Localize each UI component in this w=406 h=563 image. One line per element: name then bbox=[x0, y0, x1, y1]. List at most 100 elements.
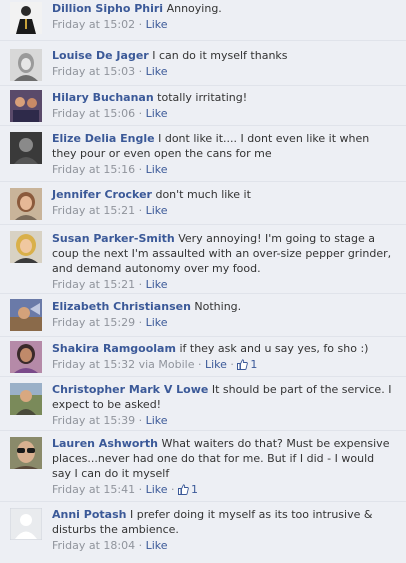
comment-item: Christopher Mark V Lowe It should be par… bbox=[0, 377, 406, 431]
comment-text: Annoying. bbox=[166, 2, 222, 15]
avatar-icon-sunglasses bbox=[10, 437, 42, 469]
avatar[interactable] bbox=[10, 2, 42, 34]
avatar[interactable] bbox=[10, 299, 42, 331]
comment-author[interactable]: Susan Parker-Smith bbox=[52, 232, 175, 245]
comment-timestamp[interactable]: Friday at 15:39 bbox=[52, 414, 135, 427]
comment-timestamp[interactable]: Friday at 15:32 via Mobile bbox=[52, 358, 194, 371]
comment-item: Jennifer Crocker don't much like it Frid… bbox=[0, 182, 406, 225]
thumbs-up-icon bbox=[178, 484, 189, 495]
avatar[interactable] bbox=[10, 188, 42, 220]
comment-author[interactable]: Louise De Jager bbox=[52, 49, 149, 62]
comment-item: Elize Delia Engle I dont like it.... I d… bbox=[0, 126, 406, 182]
comment-item: Dillion Sipho Phiri Annoying. Friday at … bbox=[0, 0, 406, 41]
avatar[interactable] bbox=[10, 49, 42, 81]
avatar[interactable] bbox=[10, 508, 42, 540]
comment-text: I can do it myself thanks bbox=[152, 49, 288, 62]
meta-separator: · bbox=[138, 483, 143, 496]
avatar[interactable] bbox=[10, 341, 42, 373]
avatar-icon-group bbox=[10, 90, 42, 122]
comment-author[interactable]: Dillion Sipho Phiri bbox=[52, 2, 163, 15]
comment-author[interactable]: Elizabeth Christiansen bbox=[52, 300, 191, 313]
avatar[interactable] bbox=[10, 383, 42, 415]
meta-separator: · bbox=[138, 539, 143, 552]
comment-timestamp[interactable]: Friday at 15:16 bbox=[52, 163, 135, 176]
avatar-icon-purple bbox=[10, 341, 42, 373]
comment-author[interactable]: Lauren Ashworth bbox=[52, 437, 158, 450]
meta-separator: · bbox=[138, 414, 143, 427]
avatar[interactable] bbox=[10, 90, 42, 122]
comment-item: Shakira Ramgoolam if they ask and u say … bbox=[0, 337, 406, 377]
meta-separator: · bbox=[197, 358, 202, 371]
like-link[interactable]: Like bbox=[146, 316, 168, 329]
comment-timestamp[interactable]: Friday at 18:04 bbox=[52, 539, 135, 552]
comment-item: Susan Parker-Smith Very annoying! I'm go… bbox=[0, 225, 406, 294]
comment-timestamp[interactable]: Friday at 15:03 bbox=[52, 65, 135, 78]
avatar-icon-blonde bbox=[10, 231, 42, 263]
comment-text: totally irritating! bbox=[157, 91, 248, 104]
comment-item: Louise De Jager I can do it myself thank… bbox=[0, 41, 406, 86]
comment-meta: Friday at 15:41 · Like · 1 bbox=[52, 482, 396, 497]
avatar-icon-bw bbox=[10, 49, 42, 81]
like-link[interactable]: Like bbox=[146, 539, 168, 552]
meta-separator: · bbox=[138, 107, 143, 120]
comment-author[interactable]: Jennifer Crocker bbox=[52, 188, 152, 201]
comment-meta: Friday at 15:03 · Like bbox=[52, 64, 396, 79]
like-link[interactable]: Like bbox=[205, 358, 227, 371]
like-count-value: 1 bbox=[191, 483, 199, 496]
avatar[interactable] bbox=[10, 132, 42, 164]
thumbs-up-icon bbox=[237, 359, 249, 370]
comment-meta: Friday at 15:32 via Mobile · Like · 1 bbox=[52, 357, 396, 372]
comment-author[interactable]: Elize Delia Engle bbox=[52, 132, 155, 145]
comment-text: Nothing. bbox=[194, 300, 242, 313]
avatar-icon-woman bbox=[10, 188, 42, 220]
comment-meta: Friday at 15:06 · Like bbox=[52, 106, 396, 121]
comment-meta: Friday at 15:02 · Like bbox=[52, 17, 396, 32]
like-link[interactable]: Like bbox=[146, 483, 168, 496]
comment-meta: Friday at 15:39 · Like bbox=[52, 413, 396, 428]
comment-timestamp[interactable]: Friday at 15:02 bbox=[52, 18, 135, 31]
like-link[interactable]: Like bbox=[146, 414, 168, 427]
comment-meta: Friday at 15:16 · Like bbox=[52, 162, 396, 177]
meta-separator: · bbox=[138, 163, 143, 176]
like-count[interactable]: 1 bbox=[178, 483, 198, 496]
comment-meta: Friday at 18:04 · Like bbox=[52, 538, 396, 553]
comment-meta: Friday at 15:21 · Like bbox=[52, 203, 396, 218]
comment-meta: Friday at 15:29 · Like bbox=[52, 315, 396, 330]
like-link[interactable]: Like bbox=[146, 65, 168, 78]
comment-author[interactable]: Shakira Ramgoolam bbox=[52, 342, 176, 355]
like-link[interactable]: Like bbox=[146, 278, 168, 291]
comment-author[interactable]: Hilary Buchanan bbox=[52, 91, 154, 104]
avatar-icon-dark bbox=[10, 132, 42, 164]
comment-timestamp[interactable]: Friday at 15:41 bbox=[52, 483, 135, 496]
comment-author[interactable]: Christopher Mark V Lowe bbox=[52, 383, 208, 396]
meta-separator: · bbox=[138, 278, 143, 291]
meta-separator: · bbox=[138, 65, 143, 78]
comment-timestamp[interactable]: Friday at 15:21 bbox=[52, 278, 135, 291]
like-count[interactable]: 1 bbox=[237, 358, 257, 371]
like-link[interactable]: Like bbox=[146, 163, 168, 176]
comment-item: Hilary Buchanan totally irritating! Frid… bbox=[0, 86, 406, 126]
comment-item: Anni Potash I prefer doing it myself as … bbox=[0, 502, 406, 563]
like-link[interactable]: Like bbox=[146, 18, 168, 31]
avatar-icon-landscape bbox=[10, 299, 42, 331]
comment-author[interactable]: Anni Potash bbox=[52, 508, 126, 521]
comment-text: if they ask and u say yes, fo sho :) bbox=[179, 342, 369, 355]
comment-item: Elizabeth Christiansen Nothing. Friday a… bbox=[0, 294, 406, 337]
avatar-icon-suit bbox=[10, 2, 42, 34]
default-avatar-icon bbox=[10, 508, 42, 540]
like-link[interactable]: Like bbox=[146, 204, 168, 217]
comment-timestamp[interactable]: Friday at 15:21 bbox=[52, 204, 135, 217]
comment-thread: Dillion Sipho Phiri Annoying. Friday at … bbox=[0, 0, 406, 563]
meta-separator: · bbox=[138, 18, 143, 31]
comment-timestamp[interactable]: Friday at 15:29 bbox=[52, 316, 135, 329]
like-link[interactable]: Like bbox=[146, 107, 168, 120]
avatar[interactable] bbox=[10, 231, 42, 263]
meta-separator: · bbox=[138, 316, 143, 329]
like-count-value: 1 bbox=[250, 358, 258, 371]
avatar-icon-outdoor bbox=[10, 383, 42, 415]
meta-separator: · bbox=[230, 358, 234, 371]
meta-separator: · bbox=[171, 483, 175, 496]
comment-meta: Friday at 15:21 · Like bbox=[52, 277, 396, 292]
avatar[interactable] bbox=[10, 437, 42, 469]
comment-timestamp[interactable]: Friday at 15:06 bbox=[52, 107, 135, 120]
